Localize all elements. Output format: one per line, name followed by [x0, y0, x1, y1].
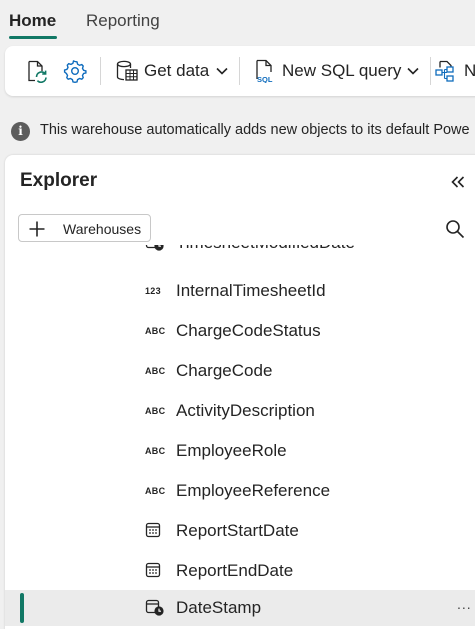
- info-icon: i: [11, 122, 30, 141]
- ribbon-tabs: Home Reporting: [0, 0, 475, 42]
- list-item-label: TimesheetModifiedDate: [176, 245, 355, 253]
- number-type-icon: 123: [145, 286, 161, 296]
- list-item[interactable]: ReportEndDate: [5, 553, 475, 589]
- more-options-icon[interactable]: ...: [457, 596, 472, 612]
- date-type-icon: [145, 562, 165, 580]
- text-type-icon: ABC: [145, 326, 166, 336]
- list-item-label: ReportEndDate: [176, 561, 294, 580]
- list-item-label: EmployeeReference: [176, 481, 331, 500]
- gear-icon[interactable]: [63, 59, 87, 83]
- list-item[interactable]: ABC EmployeeReference: [5, 473, 475, 509]
- new-semantic-model-button[interactable]: N: [464, 61, 475, 81]
- chevron-down-icon[interactable]: [406, 64, 420, 78]
- list-item-label: DateStamp: [176, 598, 262, 617]
- list-item-label: ChargeCodeStatus: [176, 321, 321, 340]
- date-type-icon: [145, 522, 165, 540]
- list-item-label: InternalTimesheetId: [176, 281, 326, 300]
- get-data-button[interactable]: Get data: [144, 61, 209, 81]
- list-item[interactable]: ABC ChargeCode: [5, 353, 475, 389]
- warehouses-label: Warehouses: [63, 221, 142, 237]
- tab-reporting[interactable]: Reporting: [86, 11, 160, 31]
- text-type-icon: ABC: [145, 486, 166, 496]
- list-item[interactable]: ABC ActivityDescription: [5, 393, 475, 429]
- sql-file-icon[interactable]: SQL: [253, 59, 277, 83]
- add-warehouses-button[interactable]: Warehouses: [18, 214, 151, 242]
- column-list: TimesheetModifiedDate 123 InternalTimesh…: [5, 245, 475, 629]
- list-item-label: ChargeCode: [176, 361, 273, 380]
- refresh-icon[interactable]: [24, 59, 48, 83]
- chevron-down-icon[interactable]: [215, 64, 229, 78]
- list-item[interactable]: ReportStartDate: [5, 513, 475, 549]
- database-icon[interactable]: [115, 59, 139, 83]
- text-type-icon: ABC: [145, 366, 166, 376]
- explorer-panel: Explorer Warehouses TimesheetModifiedDat…: [5, 155, 475, 629]
- text-type-icon: ABC: [145, 446, 166, 456]
- semantic-model-icon[interactable]: [434, 59, 458, 83]
- datetime-type-icon: [145, 599, 165, 617]
- active-tab-indicator: [9, 36, 57, 39]
- selection-indicator: [20, 593, 24, 623]
- text-type-icon: ABC: [145, 406, 166, 416]
- list-item[interactable]: ABC ChargeCodeStatus: [5, 313, 475, 349]
- list-item-selected[interactable]: DateStamp ...: [5, 590, 475, 626]
- new-sql-query-button[interactable]: New SQL query: [282, 61, 401, 81]
- toolbar-divider: [430, 57, 431, 85]
- list-item-label: ReportStartDate: [176, 521, 299, 540]
- explorer-title: Explorer: [20, 170, 98, 191]
- plus-icon: [29, 221, 45, 237]
- list-item[interactable]: 123 InternalTimesheetId: [5, 273, 475, 309]
- tab-home[interactable]: Home: [9, 11, 56, 31]
- svg-text:SQL: SQL: [257, 75, 273, 83]
- toolbar-divider: [100, 57, 101, 85]
- toolbar-divider: [239, 57, 240, 85]
- collapse-double-chevron-icon[interactable]: [449, 173, 467, 191]
- search-icon[interactable]: [445, 219, 465, 239]
- list-item-label: EmployeeRole: [176, 441, 287, 460]
- list-item-label: ActivityDescription: [176, 401, 315, 420]
- info-banner: i This warehouse automatically adds new …: [0, 112, 475, 150]
- info-message: This warehouse automatically adds new ob…: [40, 122, 470, 138]
- list-item[interactable]: TimesheetModifiedDate: [5, 245, 475, 261]
- datetime-type-icon: [145, 245, 165, 252]
- ribbon-toolbar: Get data SQL New SQL query N: [5, 46, 475, 96]
- list-item[interactable]: ABC EmployeeRole: [5, 433, 475, 469]
